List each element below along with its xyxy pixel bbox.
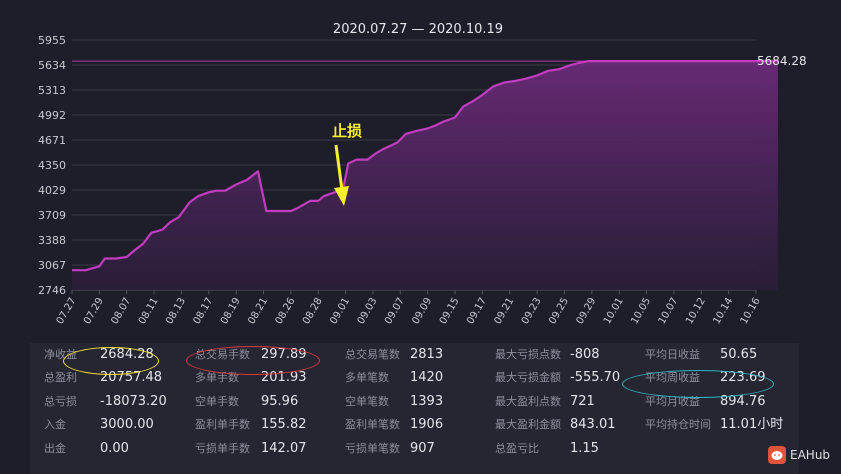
x-tick-label: 09.15 (438, 296, 462, 326)
x-tick-label: 10.01 (602, 296, 626, 326)
x-tick-label: 10.05 (629, 296, 653, 326)
stat-value: 50.65 (720, 347, 758, 362)
x-tick-label: 07.27 (55, 296, 79, 326)
chart-title: 2020.07.27 — 2020.10.19 (333, 22, 503, 37)
stat-label: 亏损单手数 (195, 441, 250, 455)
x-tick-label: 10.16 (739, 296, 763, 326)
stat-label: 平均周收益 (645, 371, 700, 385)
stat-label: 总盈利 (44, 371, 77, 385)
stat-value: 11.01小时 (720, 417, 784, 433)
y-tick-label: 3067 (38, 259, 66, 272)
x-axis: 07.27 07.29 08.07 08.11 08.13 08.17 08.19 08.21… (55, 290, 763, 326)
stat-label: 多单笔数 (345, 371, 389, 385)
stat-label: 最大亏损点数 (495, 348, 561, 361)
x-tick-label: 08.17 (192, 296, 216, 326)
x-tick-label: 09.25 (547, 296, 571, 326)
x-tick-label: 08.28 (301, 296, 325, 326)
y-tick-label: 4350 (38, 159, 66, 172)
x-tick-label: 10.14 (711, 296, 735, 326)
x-tick-label: 08.13 (164, 296, 188, 326)
stat-label: 总交易手数 (195, 348, 250, 361)
stat-value: 20757.48 (100, 370, 163, 386)
y-axis: 2746 3067 3388 3709 4029 4350 4671 4992 5313 5634… (38, 34, 66, 297)
x-tick-label: 08.07 (109, 296, 133, 326)
x-tick-label: 09.21 (493, 296, 517, 326)
stat-value: 843.01 (570, 417, 616, 433)
x-tick-label: 10.12 (684, 296, 708, 326)
stat-value: 223.69 (720, 370, 766, 386)
stat-label: 平均日收益 (645, 348, 700, 361)
stat-label: 净收益 (44, 348, 77, 361)
equity-chart: 2020.07.27 — 2020.10.19 2746 3067 3388 3709… (38, 22, 807, 326)
stat-value: 297.89 (261, 347, 307, 362)
stat-label: 最大盈利金额 (495, 418, 561, 432)
stat-value: 155.82 (261, 417, 307, 433)
stat-label: 最大亏损金额 (495, 371, 561, 385)
x-tick-label: 08.21 (246, 296, 270, 326)
stat-value: 2684.28 (100, 347, 154, 362)
x-tick-label: 10.07 (657, 296, 681, 326)
x-tick-label: 09.29 (575, 296, 599, 326)
stat-label: 出金 (44, 441, 66, 455)
stat-label: 平均月收益 (645, 394, 700, 408)
stat-value: 907 (410, 440, 435, 456)
stat-label: 平均持仓时间 (645, 418, 711, 432)
y-tick-label: 3709 (38, 209, 66, 222)
stat-value: 1393 (410, 393, 444, 409)
stat-label: 总交易笔数 (345, 348, 400, 361)
stat-value: 142.07 (261, 440, 307, 456)
stat-value: 3000.00 (100, 417, 154, 433)
y-tick-label: 2746 (38, 284, 66, 297)
stat-value: 1906 (410, 417, 444, 433)
stat-value: 894.76 (720, 393, 766, 409)
stat-value: 2813 (410, 347, 444, 362)
x-tick-label: 08.11 (137, 296, 161, 326)
stat-value: 1420 (410, 370, 444, 386)
equity-area (72, 61, 778, 290)
y-tick-label: 5955 (38, 34, 66, 47)
last-value-label: 5684.28 (757, 54, 807, 68)
stat-label: 空单手数 (195, 394, 239, 408)
y-tick-label: 4029 (38, 184, 66, 197)
stat-value: -808 (570, 347, 600, 362)
x-tick-label: 09.01 (328, 296, 352, 326)
y-tick-label: 5634 (38, 59, 66, 72)
x-tick-label: 09.17 (465, 296, 489, 326)
stat-value: 1.15 (570, 440, 599, 456)
stat-value: -18073.20 (100, 393, 167, 409)
y-tick-label: 4671 (38, 134, 66, 147)
stat-label: 空单笔数 (345, 394, 389, 408)
stat-value: 201.93 (261, 370, 307, 386)
stat-label: 盈利单笔数 (345, 418, 400, 432)
stat-value: 0.00 (100, 440, 129, 456)
pig-icon (768, 446, 786, 464)
brand-name: EAHub (790, 448, 831, 462)
x-tick-label: 07.29 (82, 296, 106, 326)
x-tick-label: 09.23 (520, 296, 544, 326)
brand-logo: EAHub (768, 446, 830, 464)
stat-label: 多单手数 (195, 371, 239, 385)
stat-label: 盈利单手数 (195, 418, 250, 432)
x-tick-label: 08.26 (274, 296, 298, 326)
stat-label: 总盈亏比 (495, 441, 539, 455)
y-tick-label: 5313 (38, 84, 66, 97)
stat-value: 95.96 (261, 393, 299, 409)
y-tick-label: 3388 (38, 234, 66, 247)
x-tick-label: 08.19 (219, 296, 243, 326)
stats-panel: 净收益 2684.28 总盈利 20757.48 总亏损 -18073.20 入金 30… (30, 343, 799, 474)
stat-value: -555.70 (570, 370, 621, 386)
y-tick-label: 4992 (38, 109, 66, 122)
stat-label: 最大盈利点数 (495, 394, 561, 408)
x-tick-label: 09.07 (383, 296, 407, 326)
stat-label: 入金 (44, 418, 66, 432)
stat-label: 总亏损 (44, 394, 77, 408)
stat-label: 亏损单笔数 (345, 441, 400, 455)
x-tick-label: 09.03 (356, 296, 380, 326)
stop-loss-annotation: 止损 (332, 122, 362, 140)
x-tick-label: 09.09 (410, 296, 434, 326)
stat-value: 721 (570, 393, 595, 409)
